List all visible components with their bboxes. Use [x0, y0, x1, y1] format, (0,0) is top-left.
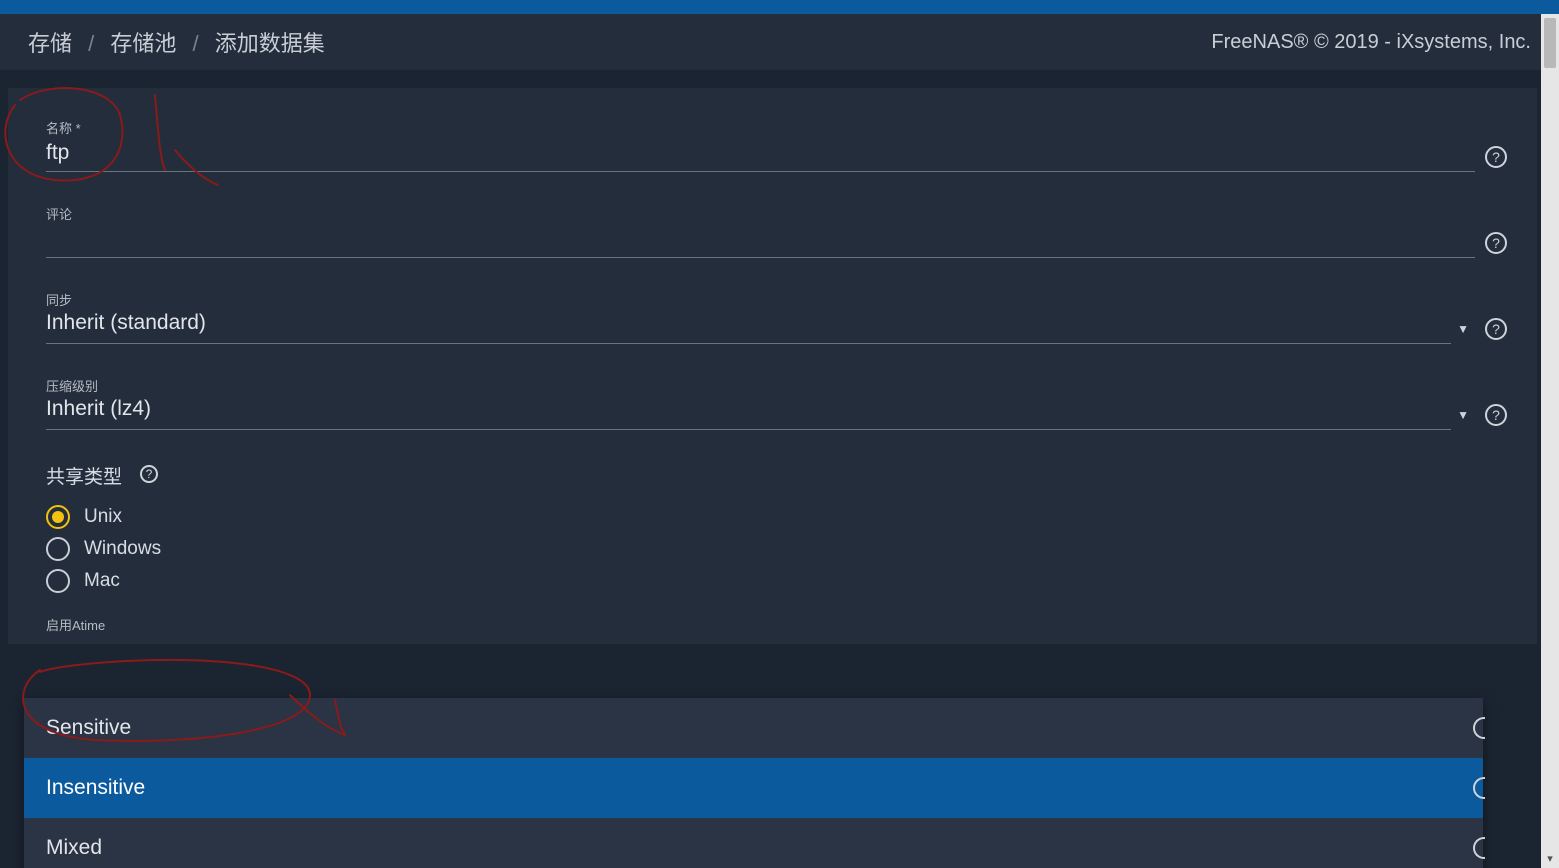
comment-input[interactable] [46, 225, 1475, 253]
comment-field-row: 评论 ? [46, 204, 1507, 258]
option-mixed[interactable]: Mixed [24, 818, 1483, 868]
copyright-text: FreeNAS® © 2019 - iXsystems, Inc. [1211, 31, 1531, 54]
help-icon [1473, 717, 1485, 739]
page-header: 存储 / 存储池 / 添加数据集 FreeNAS® © 2019 - iXsys… [0, 14, 1559, 70]
compression-select[interactable]: 压缩级别 Inherit (lz4) [46, 376, 1451, 430]
radio-mac[interactable]: Mac [46, 569, 1507, 593]
radio-unix[interactable]: Unix [46, 505, 1507, 529]
sync-field-row: 同步 Inherit (standard) ▼ ? [46, 290, 1507, 344]
name-field-row: 名称 * ? [46, 118, 1507, 172]
breadcrumb-separator: / [193, 31, 199, 56]
option-insensitive[interactable]: Insensitive [24, 758, 1483, 818]
compression-field-row: 压缩级别 Inherit (lz4) ▼ ? [46, 376, 1507, 430]
chevron-down-icon[interactable]: ▼ [1457, 408, 1469, 422]
help-icon [1473, 777, 1485, 799]
compression-value: Inherit (lz4) [46, 397, 1451, 425]
comment-label: 评论 [46, 204, 1475, 223]
radio-label-unix: Unix [84, 506, 122, 528]
radio-windows[interactable]: Windows [46, 537, 1507, 561]
help-icon[interactable]: ? [1485, 318, 1507, 340]
top-accent-bar [0, 0, 1559, 14]
breadcrumb-add-dataset: 添加数据集 [215, 31, 325, 56]
name-input[interactable] [46, 139, 1475, 167]
share-type-label: 共享类型 ? [46, 462, 1507, 489]
comment-field[interactable]: 评论 [46, 204, 1475, 258]
name-field[interactable]: 名称 * [46, 118, 1475, 172]
breadcrumb-storage[interactable]: 存储 [28, 31, 72, 56]
breadcrumb: 存储 / 存储池 / 添加数据集 [28, 26, 325, 58]
scroll-down-icon[interactable]: ▾ [1545, 852, 1555, 864]
share-type-text: 共享类型 [46, 462, 122, 489]
sync-value: Inherit (standard) [46, 311, 1451, 339]
radio-label-windows: Windows [84, 538, 161, 560]
option-label: Insensitive [46, 776, 145, 799]
radio-icon [46, 537, 70, 561]
scrollbar[interactable]: ▾ [1541, 14, 1559, 868]
sync-label: 同步 [46, 290, 1451, 309]
radio-icon [46, 569, 70, 593]
radio-icon [46, 505, 70, 529]
chevron-down-icon[interactable]: ▼ [1457, 322, 1469, 336]
help-icon[interactable]: ? [1485, 404, 1507, 426]
name-label: 名称 * [46, 118, 1475, 137]
option-label: Sensitive [46, 716, 131, 739]
help-icon[interactable]: ? [140, 465, 158, 483]
option-label: Mixed [46, 836, 102, 859]
breadcrumb-separator: / [88, 31, 94, 56]
radio-label-mac: Mac [84, 570, 120, 592]
atime-label: 启用Atime [46, 615, 1507, 634]
form-panel: 名称 * ? 评论 ? 同步 Inherit (standard) ▼ ? 压缩… [8, 88, 1537, 644]
help-icon [1473, 837, 1485, 859]
help-icon[interactable]: ? [1485, 232, 1507, 254]
help-icon[interactable]: ? [1485, 146, 1507, 168]
option-sensitive[interactable]: Sensitive [24, 698, 1483, 758]
compression-label: 压缩级别 [46, 376, 1451, 395]
dropdown-panel: Sensitive Insensitive Mixed [24, 698, 1483, 868]
sync-select[interactable]: 同步 Inherit (standard) [46, 290, 1451, 344]
breadcrumb-pools[interactable]: 存储池 [110, 31, 176, 56]
